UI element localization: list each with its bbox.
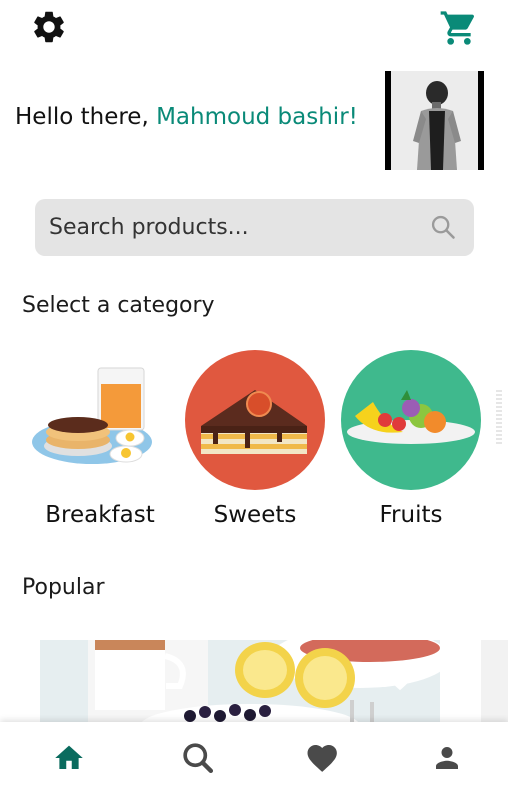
category-fruits[interactable]: Fruits: [341, 350, 481, 540]
search-icon[interactable]: [173, 736, 223, 780]
product-image: [40, 640, 440, 722]
category-breakfast[interactable]: Breakfast: [30, 350, 170, 540]
heart-icon[interactable]: [382, 660, 418, 694]
profile-photo: [391, 71, 478, 170]
category-label: Breakfast: [45, 502, 155, 528]
user-name: Mahmoud bashir: [156, 104, 349, 130]
heart-icon[interactable]: [297, 736, 347, 780]
search-icon[interactable]: [429, 213, 457, 241]
breakfast-image: [30, 350, 170, 490]
avatar[interactable]: [385, 71, 484, 170]
top-bar: [0, 0, 508, 60]
shopping-cart-icon[interactable]: [438, 8, 480, 48]
category-label: Sweets: [213, 502, 297, 528]
fruits-image: [341, 350, 481, 490]
popular-product-card-next[interactable]: [481, 640, 508, 722]
search-input[interactable]: [49, 199, 409, 256]
category-sweets[interactable]: Sweets: [185, 350, 325, 540]
category-label: Fruits: [379, 502, 443, 528]
person-icon[interactable]: [422, 736, 472, 780]
category-section-title: Select a category: [22, 293, 215, 318]
sweets-image: [185, 350, 325, 490]
greeting: Hello there, Mahmoud bashir!: [15, 104, 358, 130]
popular-section-title: Popular: [22, 575, 105, 600]
bottom-navigation: [0, 722, 508, 800]
popular-product-card[interactable]: [40, 640, 440, 722]
home-icon[interactable]: [44, 736, 94, 780]
greeting-prefix: Hello there,: [15, 104, 157, 130]
scroll-hint: [496, 388, 502, 444]
gear-icon[interactable]: [30, 8, 68, 46]
greeting-suffix: !: [348, 104, 358, 130]
search-bar[interactable]: [35, 199, 474, 256]
